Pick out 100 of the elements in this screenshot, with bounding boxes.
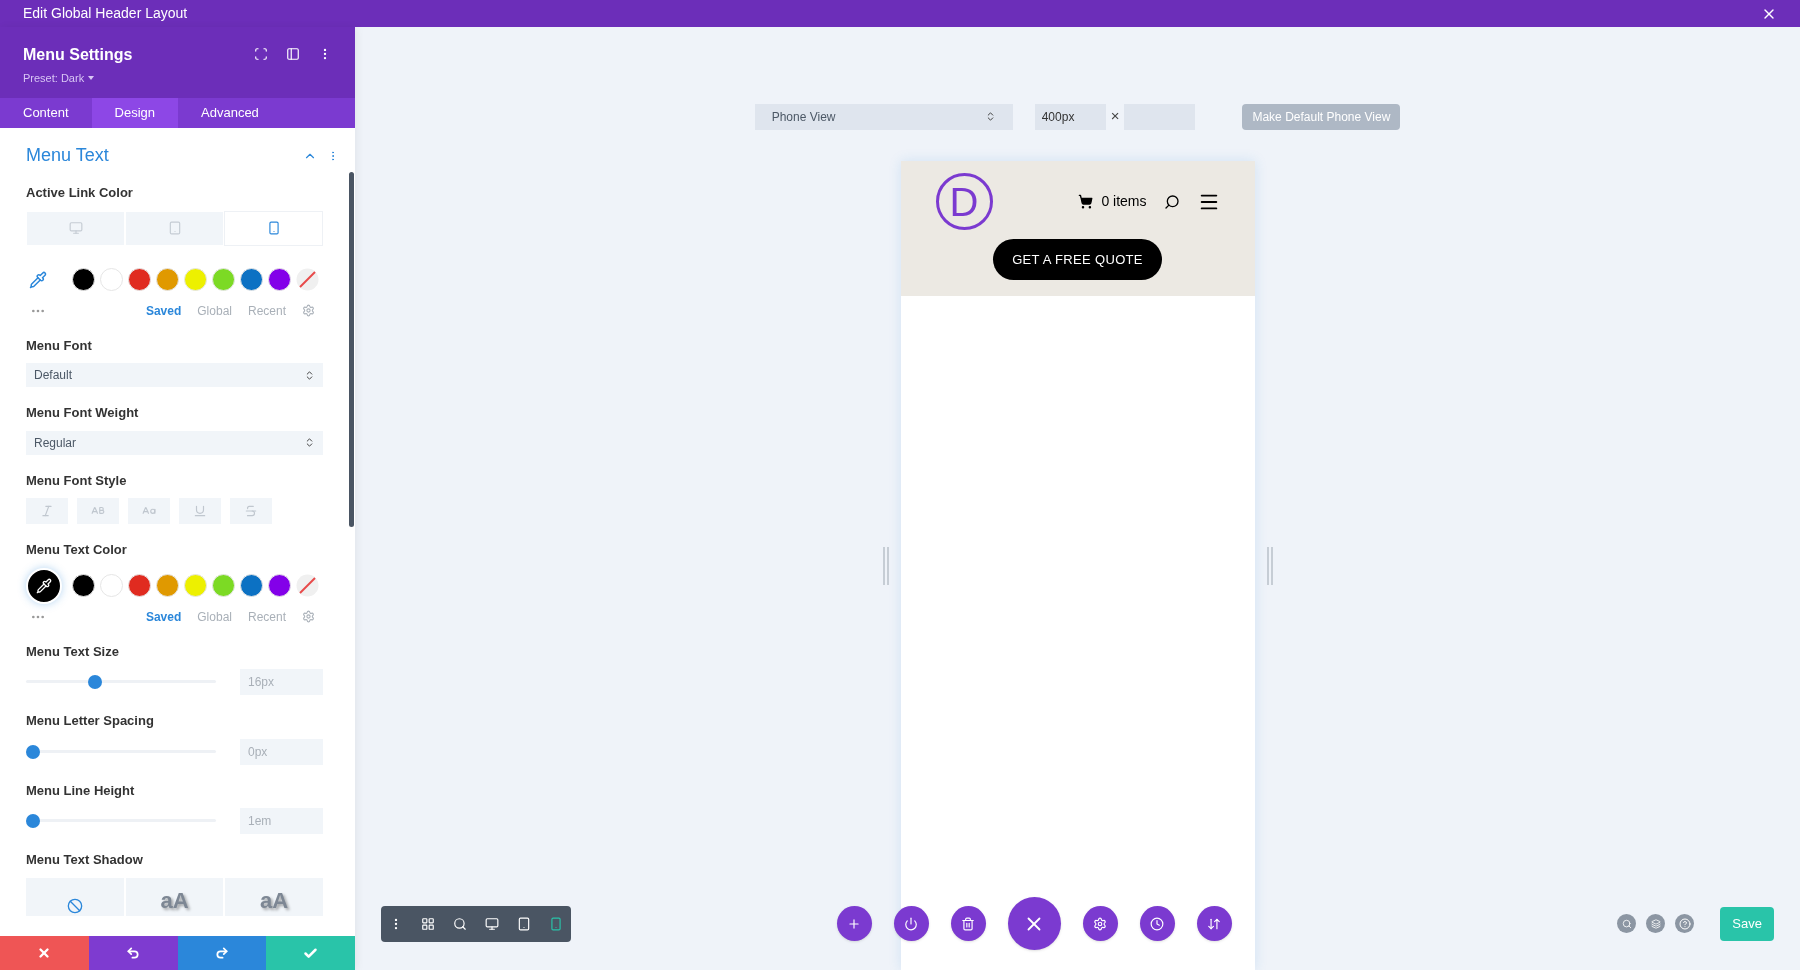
settings-icon[interactable] xyxy=(302,610,315,623)
color-swatch[interactable] xyxy=(156,574,179,597)
select-field[interactable]: Regular xyxy=(26,430,323,455)
settings-icon[interactable] xyxy=(302,304,315,317)
color-swatch[interactable] xyxy=(240,268,263,291)
no-shadow-icon xyxy=(66,897,83,914)
slider-thumb[interactable] xyxy=(87,675,102,689)
width-field[interactable]: 400px xyxy=(1034,103,1106,130)
palette-tab[interactable]: Recent xyxy=(247,607,286,626)
settings-icon xyxy=(1093,916,1108,931)
slider-thumb[interactable] xyxy=(26,814,40,828)
phone-icon xyxy=(549,916,563,931)
color-swatch[interactable] xyxy=(128,268,151,291)
color-swatch[interactable] xyxy=(72,574,95,597)
expand-icon[interactable] xyxy=(254,47,268,61)
caret-icon xyxy=(88,76,95,81)
panel-tab[interactable]: Content xyxy=(0,98,92,128)
shadow-preset-option[interactable]: aA xyxy=(225,877,323,916)
shadow-preset-option[interactable]: aA xyxy=(125,877,224,916)
help-button[interactable] xyxy=(1675,914,1695,933)
round-action-button[interactable] xyxy=(893,906,929,941)
desktop-icon xyxy=(485,916,499,931)
field-label: Menu Text Color xyxy=(26,541,128,559)
eyedropper-icon xyxy=(29,270,47,289)
toolbar-button[interactable] xyxy=(421,916,435,931)
panel-title: Menu Settings xyxy=(23,45,133,65)
search-icon[interactable] xyxy=(1163,193,1180,210)
phone-icon xyxy=(266,221,281,235)
section-title: Menu Text xyxy=(26,144,109,167)
palette-tab[interactable]: Global xyxy=(197,301,232,320)
select-field[interactable]: Default xyxy=(26,363,323,387)
scrollbar-thumb[interactable] xyxy=(349,172,354,527)
color-swatch[interactable] xyxy=(156,268,179,291)
power-icon xyxy=(904,916,919,931)
color-swatch[interactable] xyxy=(100,574,123,597)
color-swatch[interactable] xyxy=(212,268,235,291)
palette-tab[interactable]: Saved xyxy=(145,607,182,626)
field-label: Menu Letter Spacing xyxy=(26,712,155,730)
toolbar-button[interactable] xyxy=(453,916,467,931)
field-label: Menu Text Shadow xyxy=(26,851,144,869)
current-color-picker[interactable] xyxy=(26,567,62,604)
plus-icon xyxy=(847,916,862,931)
color-swatch[interactable] xyxy=(212,574,235,597)
resize-handle[interactable] xyxy=(881,546,890,585)
italic-icon xyxy=(40,504,54,518)
value-field[interactable]: 0px xyxy=(240,738,323,765)
resize-handle[interactable] xyxy=(1265,546,1274,585)
round-action-button[interactable] xyxy=(836,906,872,941)
strikethrough-icon xyxy=(244,504,258,518)
panel-tab[interactable]: Advanced xyxy=(178,98,282,128)
help-icon xyxy=(1678,917,1691,930)
palette-tab[interactable]: Global xyxy=(197,607,232,626)
field-label: Menu Font xyxy=(26,336,93,355)
undo-icon xyxy=(126,946,141,960)
color-swatch[interactable] xyxy=(72,268,95,291)
close-icon xyxy=(37,946,52,960)
value-field[interactable]: 16px xyxy=(240,669,323,695)
search-button[interactable] xyxy=(1617,914,1637,933)
window-title: Edit Global Header Layout xyxy=(23,4,188,23)
color-swatch[interactable] xyxy=(240,574,263,597)
field-label: Active Link Color xyxy=(26,184,134,202)
select-arrows-icon xyxy=(304,437,315,448)
color-swatch[interactable] xyxy=(100,268,123,291)
quote-button[interactable]: GET A FREE QUOTE xyxy=(993,239,1162,280)
palette-tab[interactable]: Saved xyxy=(145,301,182,320)
no-color-swatch[interactable] xyxy=(296,268,319,291)
color-swatch[interactable] xyxy=(184,574,207,597)
site-logo[interactable]: D xyxy=(935,173,993,230)
panel-tab[interactable]: Design xyxy=(91,98,178,128)
value-field[interactable]: 1em xyxy=(240,808,323,834)
select-arrows-icon xyxy=(304,369,315,381)
color-swatch[interactable] xyxy=(184,268,207,291)
layers-button[interactable] xyxy=(1646,914,1666,933)
redo-icon xyxy=(214,946,229,960)
search-icon xyxy=(1621,918,1632,929)
no-color-swatch[interactable] xyxy=(296,574,319,597)
tablet-icon xyxy=(517,916,531,931)
clock-icon xyxy=(1150,916,1165,931)
slider-track[interactable] xyxy=(26,744,216,759)
save-button[interactable]: Save xyxy=(1720,906,1774,941)
cart-link[interactable]: 0 items xyxy=(1101,191,1147,212)
slider-track[interactable] xyxy=(26,675,216,689)
toolbar-button[interactable] xyxy=(517,916,531,931)
field-label: Menu Font Weight xyxy=(26,404,140,422)
toolbar-button[interactable] xyxy=(485,916,499,931)
slider-thumb[interactable] xyxy=(26,744,40,759)
arrows-icon xyxy=(1207,916,1222,931)
grid-icon xyxy=(421,916,435,931)
color-swatch[interactable] xyxy=(268,574,291,597)
color-swatch[interactable] xyxy=(268,268,291,291)
view-select[interactable]: Phone View xyxy=(754,103,1013,130)
times-sign: × xyxy=(1110,106,1120,127)
sidebar-icon[interactable] xyxy=(286,47,300,61)
slider-track[interactable] xyxy=(26,814,216,828)
preset-dropdown[interactable]: Preset: Dark xyxy=(23,70,133,87)
palette-tab[interactable]: Recent xyxy=(247,301,286,320)
search-icon xyxy=(453,916,467,931)
eyedropper-icon xyxy=(36,577,52,594)
cart-icon[interactable] xyxy=(1078,194,1094,209)
color-swatch[interactable] xyxy=(128,574,151,597)
